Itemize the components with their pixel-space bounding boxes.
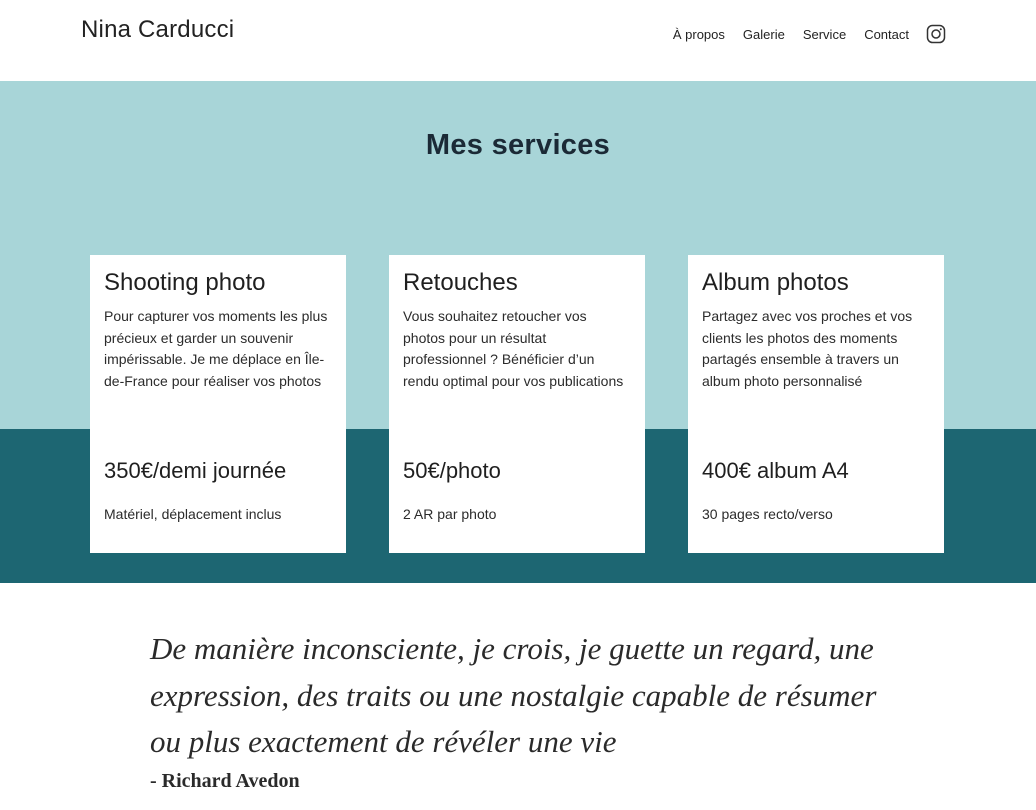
main-nav: À propos Galerie Service Contact [673,24,946,44]
services-title: Mes services [425,129,611,161]
card-description: Partagez avec vos proches et vos clients… [702,308,913,389]
site-header: Nina Carducci À propos Galerie Service C… [0,0,1036,81]
quote-author: - Richard Avedon [150,769,300,792]
card-price: 400€ album A4 [702,458,849,483]
card-note: 30 pages recto/verso [702,506,833,522]
service-card-album: Album photos Partagez avec vos proches e… [688,255,944,553]
nav-link-gallery[interactable]: Galerie [743,27,785,42]
nav-link-contact[interactable]: Contact [864,27,909,42]
card-title: Shooting photo [104,269,266,296]
card-price: 50€/photo [403,458,501,483]
services-section: Mes services Shooting photo Pour capture… [0,81,1036,583]
quote-block: De manière inconsciente, je crois, je gu… [150,626,890,793]
card-description: Vous souhaitez retoucher vos photos pour… [403,308,624,389]
nav-link-service[interactable]: Service [803,27,846,42]
card-note: Matériel, déplacement inclus [104,506,282,522]
service-card-shooting: Shooting photo Pour capturer vos moments… [90,255,346,553]
quote-text: De manière inconsciente, je crois, je gu… [150,631,877,759]
service-card-retouches: Retouches Vous souhaitez retoucher vos p… [389,255,645,553]
card-title: Retouches [403,269,518,296]
card-title: Album photos [702,269,849,296]
card-price: 350€/demi journée [104,458,287,483]
card-note: 2 AR par photo [403,506,497,522]
card-description: Pour capturer vos moments les plus préci… [104,308,328,389]
nav-link-about[interactable]: À propos [673,27,725,42]
brand-name[interactable]: Nina Carducci [81,16,234,44]
instagram-icon[interactable] [926,24,946,44]
